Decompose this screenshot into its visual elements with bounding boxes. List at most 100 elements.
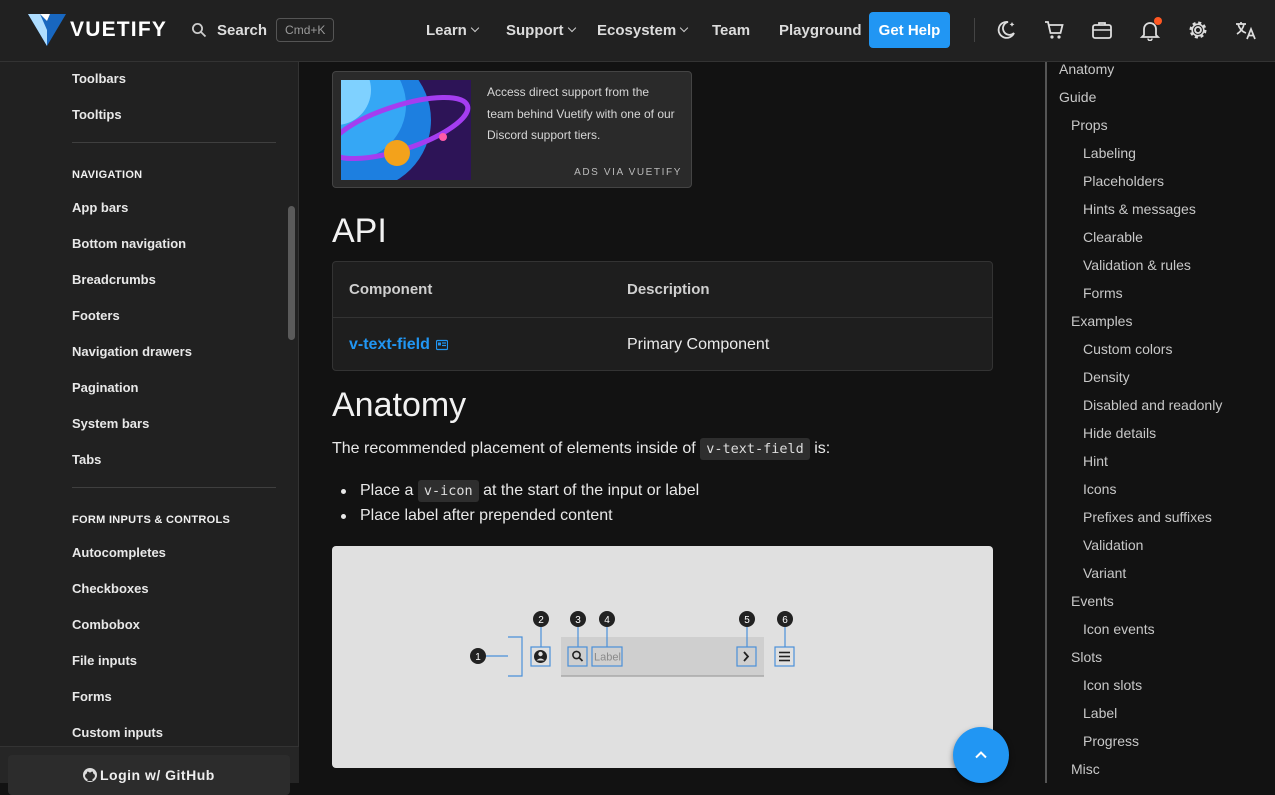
toc-item-events[interactable]: Events [1071,593,1114,609]
sidebar-item-autocompletes[interactable]: Autocompletes [72,545,166,560]
sidebar-item-tooltips[interactable]: Tooltips [72,107,122,122]
chevron-down-icon [567,23,576,33]
sidebar-item-custom-inputs[interactable]: Custom inputs [72,725,163,740]
anatomy-heading: Anatomy [332,386,467,424]
nav-learn[interactable]: Learn [426,12,480,48]
toc-item-custom-colors[interactable]: Custom colors [1083,341,1172,357]
anatomy-diagram: Label 1 2 3 4 5 6 [332,546,993,768]
scroll-to-top-button[interactable] [953,727,1009,783]
diagram-marker-1: 1 [475,652,481,663]
search-shortcut: Cmd+K [276,18,335,42]
toc-item-icons[interactable]: Icons [1083,481,1116,497]
search-button[interactable]: Search Cmd+K [191,16,335,44]
github-icon [83,768,97,782]
chevron-up-icon [975,751,987,759]
toc-item-validation-rules[interactable]: Validation & rules [1083,257,1191,273]
nav-playground-label: Playground [779,21,862,39]
table-of-contents: Anatomy Guide Props Labeling Placeholder… [1045,61,1275,783]
sidebar-divider [72,487,276,488]
toc-item-variant[interactable]: Variant [1083,565,1126,581]
sidebar-item-app-bars[interactable]: App bars [72,200,128,215]
main-content: Access direct support from the team behi… [300,62,1045,783]
toc-item-hide-details[interactable]: Hide details [1083,425,1156,441]
sidebar-heading-navigation: NAVIGATION [72,169,143,181]
ad-text: Access direct support from the team behi… [487,85,675,142]
toc-item-anatomy[interactable]: Anatomy [1059,61,1114,77]
app-bar: VUETIFY Search Cmd+K Learn Support Ecosy… [0,0,1275,62]
diagram-label-text: Label [594,652,621,664]
sidebar-item-bottom-navigation[interactable]: Bottom navigation [72,236,186,251]
v-text-field-link[interactable]: v-text-field [349,336,448,354]
translate-icon[interactable] [1233,16,1259,44]
nav-support[interactable]: Support [506,12,576,48]
nav-support-label: Support [506,21,564,39]
toc-item-clearable[interactable]: Clearable [1083,229,1143,245]
nav-ecosystem[interactable]: Ecosystem [597,12,689,48]
anatomy-diagram-svg: Label 1 2 3 4 5 6 [470,611,795,677]
toc-item-guide[interactable]: Guide [1059,89,1096,105]
inline-code-v-icon: v-icon [417,480,479,502]
column-header-component: Component [349,281,433,298]
sidebar-item-toolbars[interactable]: Toolbars [72,71,126,86]
toc-item-icon-events[interactable]: Icon events [1083,621,1155,637]
v-text-field-description: Primary Component [627,336,770,353]
ad-card[interactable]: Access direct support from the team behi… [332,71,692,188]
sidebar-item-combobox[interactable]: Combobox [72,617,140,632]
api-page-icon [435,339,448,351]
toc-item-hint[interactable]: Hint [1083,453,1108,469]
sidebar-item-pagination[interactable]: Pagination [72,380,138,395]
toc-item-icon-slots[interactable]: Icon slots [1083,677,1142,693]
search-icon [192,23,207,38]
sidebar-item-system-bars[interactable]: System bars [72,416,149,431]
sidebar-item-checkboxes[interactable]: Checkboxes [72,581,149,596]
toc-item-misc[interactable]: Misc [1071,761,1100,777]
sidebar-item-tabs[interactable]: Tabs [72,452,101,467]
toc-item-prefixes-suffixes[interactable]: Prefixes and suffixes [1083,509,1212,525]
sidebar-item-file-inputs[interactable]: File inputs [72,653,137,668]
toc-item-labeling[interactable]: Labeling [1083,145,1136,161]
v-text-field-link-label: v-text-field [349,336,430,353]
vuetify-logo[interactable]: VUETIFY [26,12,176,48]
toc-item-label[interactable]: Label [1083,705,1117,721]
anatomy-intro-text: The recommended placement of elements in… [332,440,696,457]
theme-toggle-icon[interactable] [993,16,1019,44]
login-area: Login w/ GitHub [0,746,299,795]
inline-code-v-text-field: v-text-field [700,438,810,460]
toc-item-disabled-readonly[interactable]: Disabled and readonly [1083,397,1222,413]
nav-playground[interactable]: Playground [779,12,862,48]
settings-gear-icon[interactable] [1185,16,1211,44]
chevron-down-icon [679,23,689,33]
toc-item-progress[interactable]: Progress [1083,733,1139,749]
toc-item-hints-messages[interactable]: Hints & messages [1083,201,1196,217]
toc-item-validation[interactable]: Validation [1083,537,1143,553]
diagram-marker-4: 4 [604,615,610,626]
diagram-marker-2: 2 [538,615,544,626]
notifications-bell-icon[interactable] [1137,16,1163,44]
sidebar-item-navigation-drawers[interactable]: Navigation drawers [72,344,192,359]
github-login-label: Login w/ GitHub [100,767,215,783]
sidebar-item-forms[interactable]: Forms [72,689,112,704]
toc-item-slots[interactable]: Slots [1071,649,1102,665]
chevron-down-icon [470,23,480,33]
cart-icon[interactable] [1041,16,1067,44]
toc-item-placeholders[interactable]: Placeholders [1083,173,1164,189]
sidebar-item-breadcrumbs[interactable]: Breadcrumbs [72,272,156,287]
bullet-1-suffix: at the start of the input or label [483,482,700,499]
get-help-button[interactable]: Get Help [869,12,950,48]
anatomy-intro-suffix: is: [814,440,831,457]
anatomy-bullet-1: Place a v-icon at the start of the input… [341,480,699,502]
api-heading: API [332,212,387,250]
github-login-button[interactable]: Login w/ GitHub [8,755,290,795]
sidebar-scrollbar[interactable] [288,206,295,340]
sidebar: Toolbars Tooltips NAVIGATION App bars Bo… [0,62,299,795]
sidebar-item-footers[interactable]: Footers [72,308,120,323]
toc-item-density[interactable]: Density [1083,369,1130,385]
nav-team[interactable]: Team [712,12,750,48]
anatomy-intro: The recommended placement of elements in… [332,438,830,460]
briefcase-icon[interactable] [1089,16,1115,44]
diagram-marker-6: 6 [782,615,788,626]
toc-item-forms[interactable]: Forms [1083,285,1123,301]
toc-item-examples[interactable]: Examples [1071,313,1132,329]
nav-ecosystem-label: Ecosystem [597,21,677,39]
toc-item-props[interactable]: Props [1071,117,1108,133]
